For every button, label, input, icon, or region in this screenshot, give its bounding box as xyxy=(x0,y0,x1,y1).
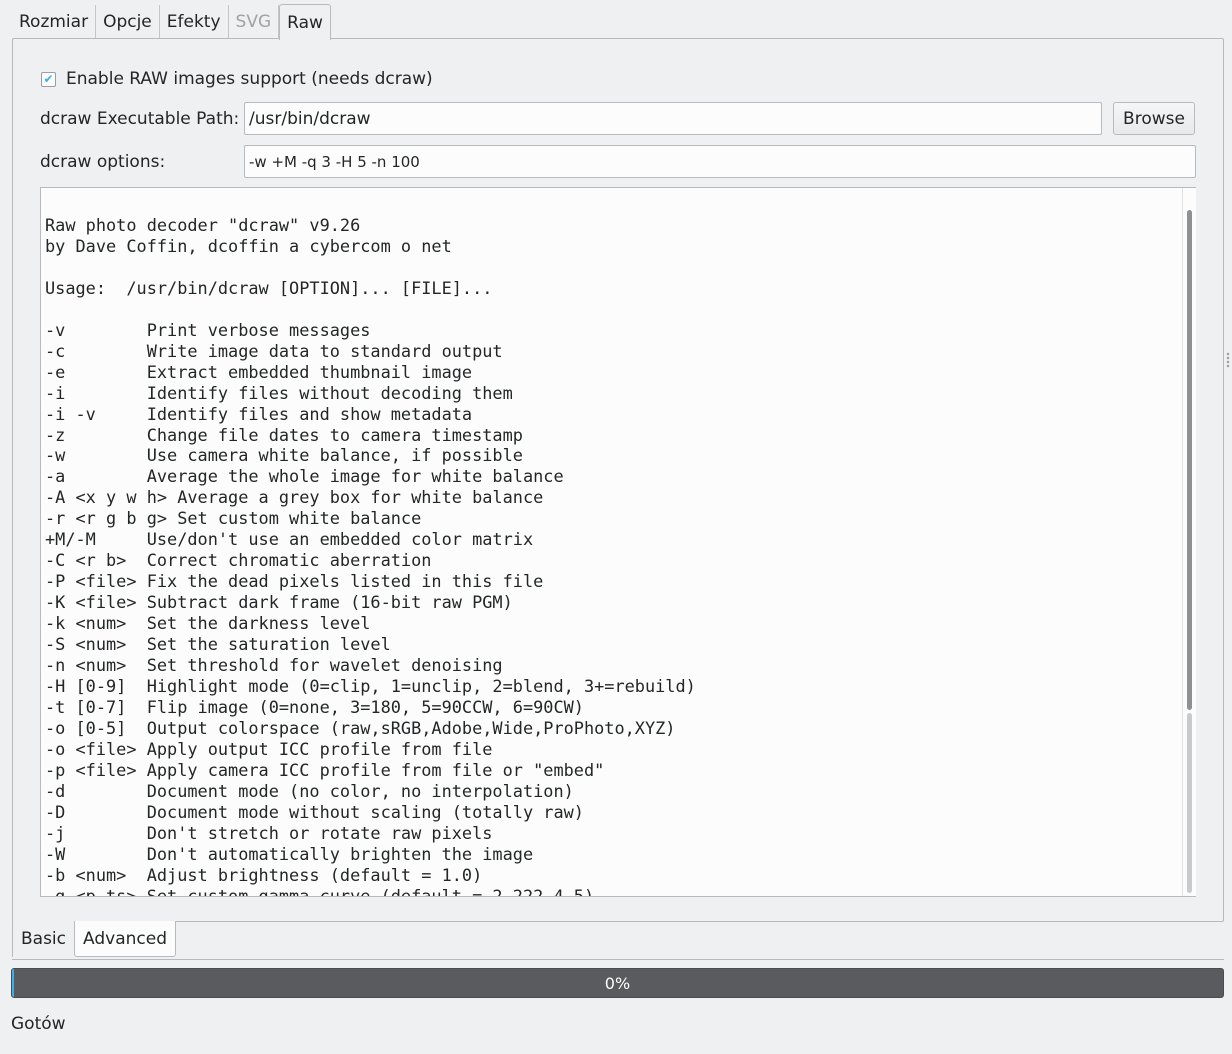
status-text: Gotów xyxy=(11,1014,66,1034)
scrollbar-thumb[interactable] xyxy=(1187,210,1192,710)
enable-raw-label: Enable RAW images support (needs dcraw) xyxy=(66,69,433,89)
bottom-tab-bar: Basic Advanced xyxy=(12,921,176,957)
dcraw-options-label: dcraw options: xyxy=(40,152,166,172)
scrollbar-track xyxy=(1187,713,1192,893)
help-scrollbar[interactable] xyxy=(1182,188,1196,896)
tab-basic[interactable]: Basic xyxy=(12,921,75,957)
tab-raw[interactable]: Raw xyxy=(279,4,331,40)
browse-button[interactable]: Browse xyxy=(1113,102,1195,135)
raw-settings-panel: ✔ Enable RAW images support (needs dcraw… xyxy=(12,38,1224,922)
top-tab-bar: Rozmiar Opcje Efekty SVG Raw xyxy=(12,4,331,40)
dcraw-path-input[interactable]: /usr/bin/dcraw xyxy=(244,102,1102,135)
dcraw-help-textarea[interactable]: Raw photo decoder "dcraw" v9.26 by Dave … xyxy=(40,187,1196,897)
dcraw-options-input[interactable]: -w +M -q 3 -H 5 -n 100 xyxy=(244,145,1196,178)
progress-bar: 0% xyxy=(11,968,1224,998)
tab-efekty[interactable]: Efekty xyxy=(160,5,229,39)
tab-opcje[interactable]: Opcje xyxy=(96,5,160,39)
enable-raw-checkbox[interactable]: ✔ xyxy=(41,71,56,87)
dcraw-help-text: Raw photo decoder "dcraw" v9.26 by Dave … xyxy=(45,215,696,897)
divider xyxy=(12,959,1224,960)
tab-svg: SVG xyxy=(229,5,280,39)
checkmark-icon: ✔ xyxy=(43,72,54,86)
dcraw-path-label: dcraw Executable Path: xyxy=(40,109,240,129)
tab-rozmiar[interactable]: Rozmiar xyxy=(12,5,97,39)
enable-raw-row[interactable]: ✔ Enable RAW images support (needs dcraw… xyxy=(41,69,433,89)
tab-advanced[interactable]: Advanced xyxy=(74,921,176,957)
splitter-handle-icon[interactable] xyxy=(1226,352,1230,368)
progress-label: 0% xyxy=(604,973,631,993)
progress-fill xyxy=(12,969,14,997)
